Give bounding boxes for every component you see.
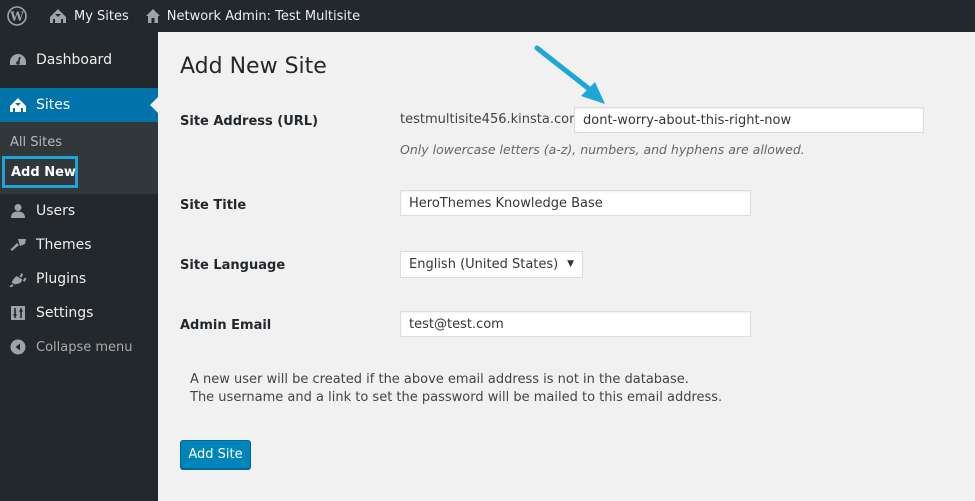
sidebar-item-users[interactable]: Users bbox=[0, 194, 158, 228]
site-language-value: English (United States) bbox=[409, 257, 559, 272]
paintbrush-icon bbox=[0, 237, 36, 253]
sidebar-item-label: Dashboard bbox=[36, 52, 112, 68]
new-user-note-line1: A new user will be created if the above … bbox=[190, 372, 689, 387]
sidebar-item-settings[interactable]: Settings bbox=[0, 296, 158, 330]
plugin-icon bbox=[0, 271, 36, 287]
collapse-arrow-icon bbox=[0, 339, 36, 355]
site-address-label: Site Address (URL) bbox=[180, 114, 319, 129]
sidebar-item-label: Sites bbox=[36, 97, 71, 113]
site-language-label: Site Language bbox=[180, 258, 286, 273]
sidebar-item-label: Settings bbox=[36, 305, 94, 321]
sites-submenu: All Sites Add New bbox=[0, 122, 158, 194]
site-address-input[interactable] bbox=[574, 107, 924, 133]
dashboard-gauge-icon bbox=[0, 52, 36, 68]
submenu-add-new[interactable]: Add New bbox=[2, 156, 78, 188]
network-admin-menu[interactable]: Network Admin: Test Multisite bbox=[137, 0, 368, 32]
wordpress-logo-button[interactable]: W bbox=[0, 0, 40, 32]
site-language-select[interactable]: English (United States) ▼ bbox=[400, 251, 583, 278]
collapse-menu-label: Collapse menu bbox=[36, 339, 133, 355]
new-user-note: A new user will be created if the above … bbox=[190, 371, 722, 407]
main-content: Add New Site Site Address (URL) testmult… bbox=[158, 32, 975, 501]
sidebar-item-label: Users bbox=[36, 203, 76, 219]
admin-sidebar: Dashboard Sites All Sites Add New Users … bbox=[0, 32, 158, 501]
sidebar-item-sites[interactable]: Sites bbox=[0, 88, 158, 122]
my-sites-label: My Sites bbox=[74, 8, 129, 24]
my-sites-menu[interactable]: My Sites bbox=[40, 0, 137, 32]
site-address-prefix: testmultisite456.kinsta.com/ bbox=[400, 112, 587, 127]
sidebar-item-dashboard[interactable]: Dashboard bbox=[0, 43, 158, 77]
chevron-down-icon: ▼ bbox=[567, 259, 574, 269]
wordpress-logo-icon: W bbox=[7, 6, 27, 26]
annotation-arrow-icon bbox=[534, 45, 605, 104]
admin-bar: W My Sites Network Admin: Test Multisite bbox=[0, 0, 975, 32]
multisite-icon bbox=[0, 97, 36, 113]
site-title-label: Site Title bbox=[180, 198, 247, 213]
site-title-input[interactable] bbox=[400, 190, 751, 216]
multisite-icon bbox=[50, 9, 66, 23]
add-site-button[interactable]: Add Site bbox=[180, 440, 251, 469]
home-icon bbox=[145, 9, 160, 23]
sidebar-item-themes[interactable]: Themes bbox=[0, 228, 158, 262]
page-title: Add New Site bbox=[180, 54, 327, 79]
user-icon bbox=[0, 203, 36, 219]
new-user-note-line2: The username and a link to set the passw… bbox=[190, 390, 723, 405]
sidebar-item-plugins[interactable]: Plugins bbox=[0, 262, 158, 296]
sidebar-item-label: Themes bbox=[36, 237, 92, 253]
settings-sliders-icon bbox=[0, 305, 36, 321]
collapse-menu-button[interactable]: Collapse menu bbox=[0, 330, 158, 364]
network-admin-label: Network Admin: Test Multisite bbox=[166, 8, 361, 24]
site-address-hint: Only lowercase letters (a-z), numbers, a… bbox=[400, 142, 805, 157]
svg-text:W: W bbox=[9, 10, 24, 24]
admin-email-label: Admin Email bbox=[180, 318, 272, 333]
sidebar-item-label: Plugins bbox=[36, 271, 87, 287]
submenu-all-sites[interactable]: All Sites bbox=[0, 130, 158, 156]
admin-email-input[interactable] bbox=[400, 311, 751, 337]
